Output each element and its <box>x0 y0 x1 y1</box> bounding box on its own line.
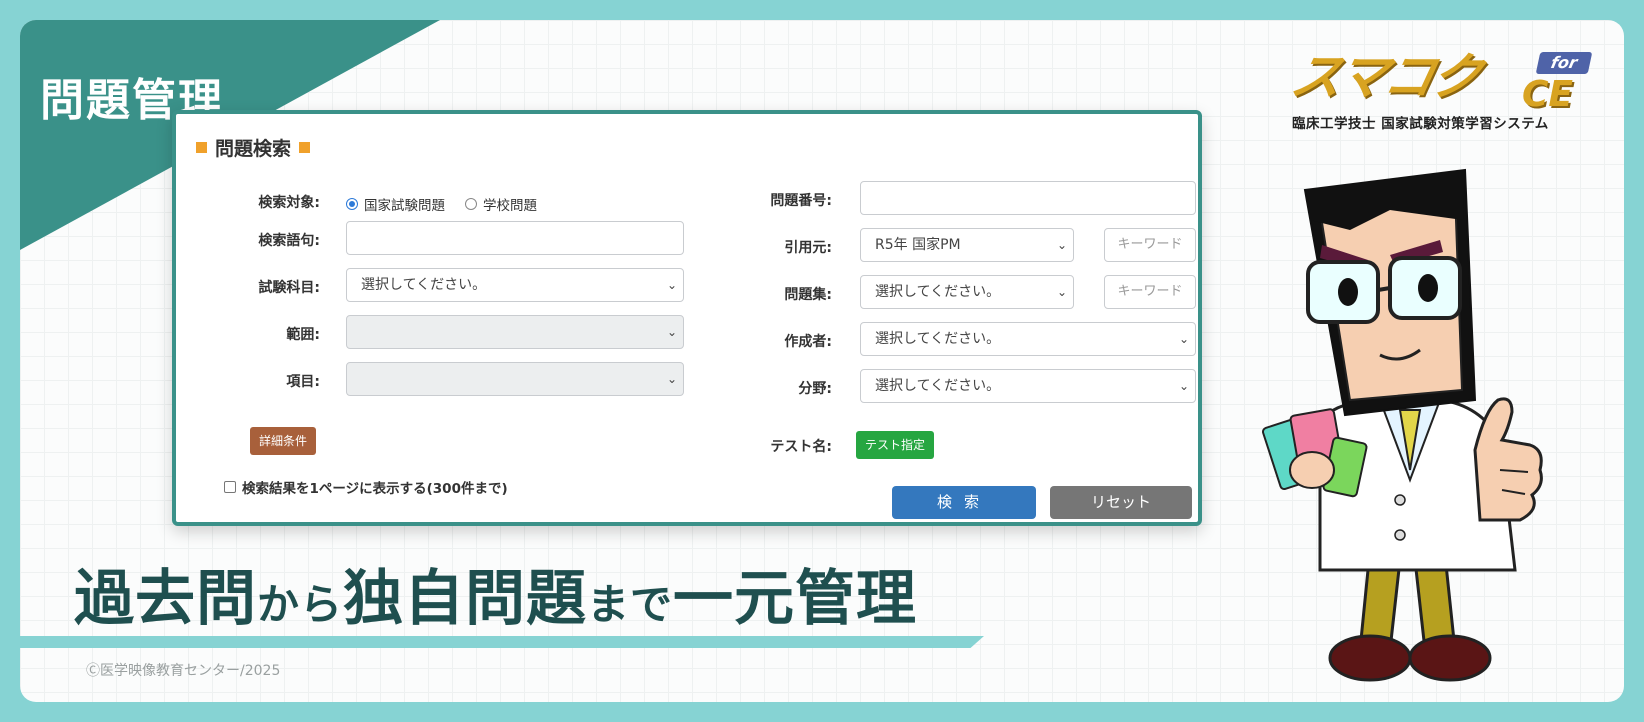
item-select[interactable]: ⌄ <box>346 362 684 396</box>
target-label: 検索対象: <box>258 195 320 211</box>
collection-label: 問題集: <box>784 287 832 303</box>
doctor-mascot-illustration <box>1261 168 1543 682</box>
headline-part-5: 一元管理 <box>673 564 918 634</box>
citation-select-value: R5年 国家PM <box>875 237 961 253</box>
range-label: 範囲: <box>286 327 320 343</box>
range-select[interactable]: ⌄ <box>346 315 684 349</box>
problem-number-label: 問題番号: <box>770 193 832 209</box>
copyright-text: Ⓒ医学映像教育センター/2025 <box>86 663 281 679</box>
reset-button[interactable]: リセット <box>1050 486 1192 519</box>
chevron-down-icon: ⌄ <box>1178 379 1189 393</box>
one-page-checkbox-label: 検索結果を1ページに表示する(300件まで) <box>242 481 508 497</box>
author-label: 作成者: <box>784 334 832 350</box>
logo-main-text: スマコク <box>1285 48 1485 106</box>
chevron-down-icon: ⌄ <box>666 325 677 339</box>
query-input[interactable] <box>346 221 684 255</box>
test-specify-button[interactable]: テスト指定 <box>856 431 934 459</box>
headline-underline <box>20 636 984 648</box>
radio-school-exam-label: 学校問題 <box>483 198 537 214</box>
sumakoku-logo: スマコク for CE 臨床工学技士 国家試験対策学習システム <box>1286 44 1622 134</box>
subject-select-value: 選択してください。 <box>361 277 487 293</box>
test-name-label: テスト名: <box>770 439 832 455</box>
one-page-checkbox[interactable] <box>224 481 236 493</box>
logo-subtitle: 臨床工学技士 国家試験対策学習システム <box>1292 116 1549 132</box>
citation-keyword-input[interactable]: キーワード <box>1104 228 1196 262</box>
collection-keyword-input[interactable]: キーワード <box>1104 275 1196 309</box>
promo-card: 問題管理 スマコク for CE 臨床工学技士 国家試験対策学習システム 問題検… <box>20 20 1624 702</box>
author-select[interactable]: 選択してください。 ⌄ <box>860 322 1196 356</box>
field-label: 分野: <box>798 381 832 397</box>
chevron-down-icon: ⌄ <box>666 278 677 292</box>
query-label: 検索語句: <box>258 233 320 249</box>
logo-for-badge: for <box>1535 52 1593 74</box>
collection-select[interactable]: 選択してください。 ⌄ <box>860 275 1074 309</box>
panel-title-text: 問題検索 <box>215 138 292 160</box>
field-select[interactable]: 選択してください。 ⌄ <box>860 369 1196 403</box>
field-select-value: 選択してください。 <box>875 378 1001 394</box>
headline-part-2: から <box>257 580 344 629</box>
chevron-down-icon: ⌄ <box>666 372 677 386</box>
radio-national-exam-label: 国家試験問題 <box>364 198 445 214</box>
citation-label: 引用元: <box>784 240 832 256</box>
search-button[interactable]: 検索 <box>892 486 1036 519</box>
chevron-down-icon: ⌄ <box>1056 285 1067 299</box>
problem-search-panel: 問題検索 検索対象: 国家試験問題 学校問題 検索語句: 試験科目: 選択してく… <box>172 110 1202 526</box>
one-page-option: 検索結果を1ページに表示する(300件まで) <box>224 477 508 497</box>
radio-national-exam[interactable] <box>346 198 358 210</box>
headline-part-3: 独自問題 <box>343 564 588 634</box>
subject-label: 試験科目: <box>258 280 320 296</box>
item-label: 項目: <box>286 374 320 390</box>
radio-school-exam[interactable] <box>465 198 477 210</box>
target-radio-group: 国家試験問題 学校問題 <box>346 194 537 214</box>
panel-title: 問題検索 <box>196 134 311 161</box>
author-select-value: 選択してください。 <box>875 331 1001 347</box>
logo-suffix-text: CE <box>1522 74 1574 115</box>
problem-number-input[interactable] <box>860 181 1196 215</box>
chevron-down-icon: ⌄ <box>1178 332 1189 346</box>
chevron-down-icon: ⌄ <box>1056 238 1067 252</box>
subject-select[interactable]: 選択してください。 ⌄ <box>346 268 684 302</box>
square-bullet-icon <box>196 142 207 153</box>
headline: 過去問から独自問題まで一元管理 <box>74 550 917 637</box>
citation-select[interactable]: R5年 国家PM ⌄ <box>860 228 1074 262</box>
collection-select-value: 選択してください。 <box>875 284 1001 300</box>
square-bullet-icon <box>299 142 311 153</box>
headline-part-4: まで <box>587 580 674 629</box>
headline-part-1: 過去問 <box>74 564 257 634</box>
detail-conditions-button[interactable]: 詳細条件 <box>250 427 316 455</box>
